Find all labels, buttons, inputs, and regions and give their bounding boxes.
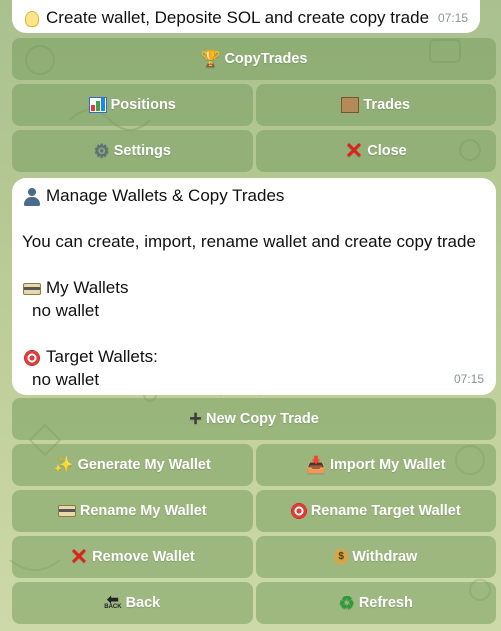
back-arrow-icon: ⬅ BACK [104,591,122,610]
top-inline-keyboard: 🏆 CopyTrades Positions Trades ⚙ Settings… [12,38,496,176]
copytrades-label: CopyTrades [224,51,308,67]
message-time: 07:15 [437,11,468,25]
main-message-bubble: Manage Wallets & Copy Trades You can cre… [12,178,496,395]
positions-label: Positions [110,97,176,113]
message-title-row: Manage Wallets & Copy Trades [22,184,486,207]
withdraw-label: Withdraw [352,549,418,565]
target-wallets-row: Target Wallets: [22,345,486,368]
sparkles-icon: ✨ [53,457,74,474]
cross-mark-icon: ✕ [344,138,364,163]
message-time: 07:15 [453,372,484,386]
import-wallet-button[interactable]: 📥 Import My Wallet [255,444,496,486]
target-wallets-label: Target Wallets: [46,347,158,366]
recycle-icon: ♻ [338,592,355,613]
trades-button[interactable]: Trades [255,84,496,126]
wallet-inline-keyboard: + New Copy Trade ✨ Generate My Wallet 📥 … [12,398,496,628]
target-wallets-value: no wallet [32,370,100,389]
message-description: You can create, import, rename wallet an… [22,232,476,251]
top-message-text: Create wallet, Deposite SOL and create c… [46,8,430,27]
back-button[interactable]: ⬅ BACK Back [12,582,253,624]
inbox-tray-icon: 📥 [306,457,326,474]
generate-wallet-button[interactable]: ✨ Generate My Wallet [12,444,253,486]
back-label: Back [125,595,161,611]
credit-card-icon [57,505,76,517]
generate-wallet-label: Generate My Wallet [77,457,211,473]
money-bag-icon: $ [334,549,349,565]
message-title: Manage Wallets & Copy Trades [46,186,285,205]
top-message-bubble: Create wallet, Deposite SOL and create c… [12,0,480,33]
close-label: Close [367,143,407,159]
remove-wallet-label: Remove Wallet [92,549,195,565]
trades-label: Trades [363,97,411,113]
positions-button[interactable]: Positions [12,84,253,126]
lightbulb-icon [22,6,42,29]
cross-mark-icon: ✕ [69,544,89,569]
new-copy-trade-label: New Copy Trade [206,411,319,427]
person-icon [22,184,42,207]
import-wallet-label: Import My Wallet [329,457,446,473]
close-button[interactable]: ✕ Close [255,130,496,172]
bar-chart-icon [88,97,107,113]
my-wallets-label: My Wallets [46,278,129,297]
rename-wallet-button[interactable]: Rename My Wallet [12,490,253,532]
copytrades-button[interactable]: 🏆 CopyTrades [12,38,496,80]
target-icon [290,503,307,519]
refresh-label: Refresh [358,595,413,611]
settings-label: Settings [113,143,171,159]
rename-target-wallet-label: Rename Target Wallet [310,503,461,519]
rename-wallet-label: Rename My Wallet [79,503,207,519]
my-wallets-value: no wallet [32,301,100,320]
settings-button[interactable]: ⚙ Settings [12,130,253,172]
credit-card-icon [22,276,42,299]
my-wallets-row: My Wallets [22,276,486,299]
refresh-button[interactable]: ♻ Refresh [255,582,496,624]
target-icon [22,345,42,368]
trophy-icon: 🏆 [200,51,221,68]
new-copy-trade-button[interactable]: + New Copy Trade [12,398,496,440]
remove-wallet-button[interactable]: ✕ Remove Wallet [12,536,253,578]
plus-icon: + [189,406,203,431]
gear-icon: ⚙ [93,140,110,161]
rename-target-wallet-button[interactable]: Rename Target Wallet [255,490,496,532]
scroll-icon [341,97,360,113]
withdraw-button[interactable]: $ Withdraw [255,536,496,578]
